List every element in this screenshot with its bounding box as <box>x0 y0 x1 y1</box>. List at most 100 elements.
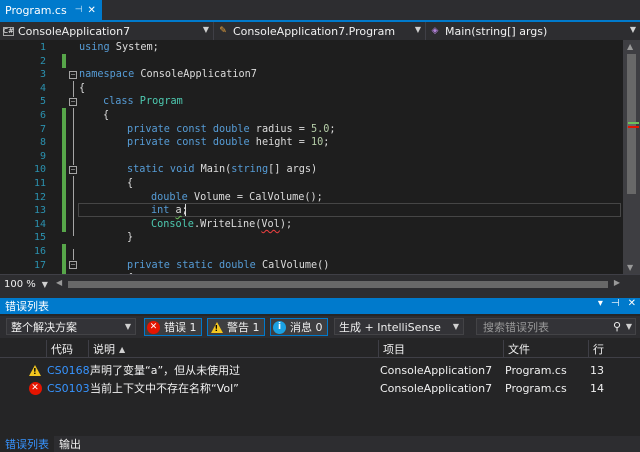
error-line: 14 <box>590 381 604 395</box>
code-line: Console.WriteLine(Vol); <box>151 218 292 232</box>
collapse-method-toggle[interactable]: − <box>69 261 77 269</box>
scrollbar-thumb[interactable] <box>627 54 636 194</box>
build-source-label: 生成 + IntelliSense <box>339 320 441 334</box>
errors-filter-label: 错误 1 <box>164 321 197 334</box>
scope-dropdown[interactable]: 整个解决方案 ▼ <box>6 318 136 335</box>
error-list-search-input[interactable]: 搜索错误列表 ⚲ ▼ <box>476 318 636 335</box>
horizontal-scrollbar[interactable]: ◀ ▶ <box>56 278 620 290</box>
messages-filter-button[interactable]: i 消息 0 <box>270 318 328 336</box>
tab-label: 输出 <box>59 438 81 451</box>
tab-output[interactable]: 输出 <box>54 436 86 452</box>
change-marker <box>62 204 66 232</box>
code-keyword: string <box>231 164 269 176</box>
warnings-filter-button[interactable]: ! 警告 1 <box>207 318 265 336</box>
column-header-project[interactable]: 项目 <box>378 340 503 358</box>
info-icon: i <box>273 320 286 334</box>
zoom-dropdown[interactable]: 100 % ▼ <box>4 277 48 291</box>
close-icon[interactable]: ✕ <box>628 298 636 309</box>
chevron-down-icon: ▼ <box>629 25 636 34</box>
warnings-filter-label: 警告 1 <box>227 321 260 334</box>
column-header-severity[interactable] <box>0 340 46 358</box>
column-header-label: 项目 <box>383 343 405 356</box>
code-text: height = <box>249 137 312 149</box>
code-text: } <box>127 232 134 244</box>
line-number: 7 <box>39 123 46 135</box>
window-position-dropdown-icon[interactable]: ▾ <box>598 298 603 309</box>
pin-icon[interactable]: ⊣ <box>611 298 620 309</box>
member-dropdown-label: Main(string[] args) <box>445 24 548 38</box>
search-icon[interactable]: ⚲ <box>613 320 621 333</box>
table-row[interactable]: ✕ CS0103 当前上下文中不存在名称“Vol” ConsoleApplica… <box>0 379 640 397</box>
project-dropdown-label: ConsoleApplication7 <box>18 24 131 38</box>
tab-error-list[interactable]: 错误列表 <box>0 436 54 452</box>
collapse-method-toggle[interactable]: − <box>69 166 77 174</box>
csharp-project-icon: C# <box>3 26 14 36</box>
column-header-file[interactable]: 文件 <box>503 340 588 358</box>
line-number: 13 <box>33 205 46 217</box>
error-list-title-bar: 错误列表 ▾ ⊣ ✕ <box>0 298 640 314</box>
warning-icon: ! <box>28 361 42 379</box>
project-dropdown[interactable]: C# ConsoleApplication7 ▼ <box>0 22 214 40</box>
outline-guide <box>73 108 74 165</box>
vertical-scrollbar[interactable]: ▲ ▼ <box>623 40 640 274</box>
error-marker <box>628 126 639 128</box>
column-header-description[interactable]: 说明 ▲ <box>88 340 378 358</box>
line-number: 5 <box>39 96 46 108</box>
scroll-down-arrow-icon[interactable]: ▼ <box>627 263 633 272</box>
build-source-dropdown[interactable]: 生成 + IntelliSense ▼ <box>334 318 464 335</box>
collapse-class-toggle[interactable]: − <box>69 98 77 106</box>
line-number: 12 <box>33 191 46 203</box>
scroll-left-arrow-icon[interactable]: ◀ <box>56 278 62 287</box>
code-text: radius = <box>249 123 312 135</box>
error-code-link[interactable]: CS0103 <box>47 379 90 397</box>
class-icon: ✎ <box>219 26 227 36</box>
error-file: Program.cs <box>505 363 567 377</box>
document-tab-program-cs[interactable]: Program.cs ⊣ ✕ <box>0 0 102 20</box>
column-header-label: 代码 <box>51 343 73 356</box>
change-marker <box>62 108 66 204</box>
code-text: { <box>79 82 86 94</box>
member-dropdown[interactable]: ◈ Main(string[] args) ▼ <box>426 22 640 40</box>
class-dropdown[interactable]: ✎ ConsoleApplication7.Program ▼ <box>214 22 426 40</box>
scrollbar-thumb[interactable] <box>68 281 608 288</box>
chevron-down-icon: ▼ <box>124 322 131 331</box>
scroll-right-arrow-icon[interactable]: ▶ <box>614 278 620 287</box>
error-squiggle[interactable]: Vol <box>261 219 279 230</box>
bottom-tab-strip: 错误列表 输出 <box>0 436 640 452</box>
errors-filter-button[interactable]: ✕ 错误 1 <box>144 318 202 336</box>
pin-icon[interactable]: ⊣ <box>75 5 83 15</box>
code-line: private const double height = 10; <box>127 136 329 150</box>
chevron-down-icon[interactable]: ▼ <box>626 322 632 331</box>
scroll-up-arrow-icon[interactable]: ▲ <box>627 42 633 51</box>
line-number: 4 <box>39 82 46 94</box>
code-keyword: namespace <box>79 69 135 81</box>
chevron-down-icon: ▼ <box>452 322 459 331</box>
outline-guide <box>73 249 74 260</box>
code-keyword: double <box>151 191 188 203</box>
collapse-namespace-toggle[interactable]: − <box>69 71 77 79</box>
table-row[interactable]: ! CS0168 声明了变量“a”，但从未使用过 ConsoleApplicat… <box>0 361 640 379</box>
error-file: Program.cs <box>505 381 567 395</box>
column-header-label: 说明 <box>93 343 115 356</box>
close-icon[interactable]: ✕ <box>88 5 96 16</box>
code-line: { <box>103 109 109 123</box>
outline-guide <box>73 176 74 236</box>
column-header-label: 行 <box>593 343 604 356</box>
code-line: using System; <box>79 41 159 55</box>
sort-ascending-icon: ▲ <box>119 344 126 354</box>
column-header-code[interactable]: 代码 <box>46 340 88 358</box>
column-header-line[interactable]: 行 <box>588 340 640 358</box>
tab-label: 错误列表 <box>5 438 49 451</box>
line-number: 11 <box>33 178 46 189</box>
class-dropdown-label: ConsoleApplication7.Program <box>233 24 396 38</box>
line-number-gutter: 1 2 3 4 5 6 7 8 9 10 11 12 13 14 15 16 1… <box>0 40 50 274</box>
error-icon: ✕ <box>28 379 42 397</box>
line-number: 1 <box>39 42 46 53</box>
code-editor[interactable]: 1 2 3 4 5 6 7 8 9 10 11 12 13 14 15 16 1… <box>0 40 640 274</box>
code-line: namespace ConsoleApplication7 <box>79 68 257 82</box>
warning-marker <box>628 122 639 124</box>
code-line: } <box>127 231 133 245</box>
error-list-title: 错误列表 <box>5 300 49 313</box>
error-code-link[interactable]: CS0168 <box>47 361 90 379</box>
code-line: private static double CalVolume() <box>127 259 329 273</box>
